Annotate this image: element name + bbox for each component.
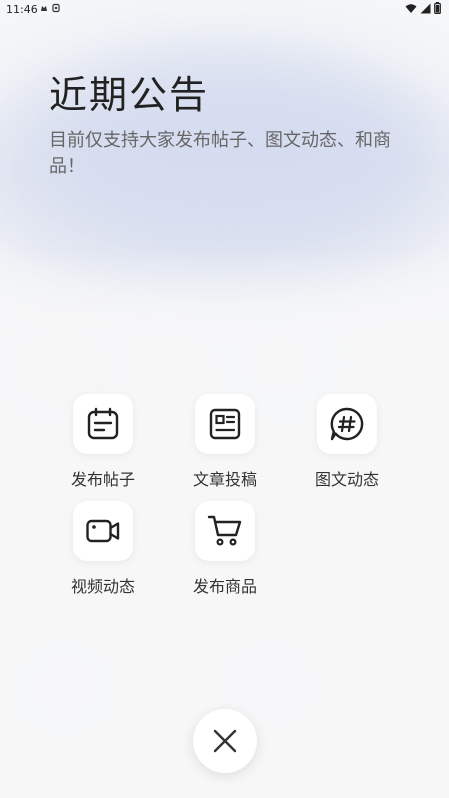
hashtag-chat-icon <box>330 407 364 441</box>
article-icon <box>209 408 241 440</box>
action-video-post[interactable]: 视频动态 <box>48 501 158 597</box>
close-button[interactable] <box>193 709 257 773</box>
photo-post-tile[interactable] <box>317 394 377 454</box>
notification-icon <box>41 3 60 13</box>
action-photo-post[interactable]: 图文动态 <box>292 394 402 490</box>
video-post-label: 视频动态 <box>70 577 135 596</box>
publish-product-label: 发布商品 <box>192 577 257 596</box>
submit-article-label: 文章投稿 <box>192 470 257 489</box>
battery-icon <box>434 2 441 14</box>
status-bar: 11:46 <box>0 0 449 18</box>
announcement-text: 目前仅支持大家发布帖子、图文动态、和商品！ <box>49 130 391 177</box>
wifi-icon <box>405 3 417 13</box>
video-post-tile[interactable] <box>73 501 133 561</box>
action-submit-article[interactable]: 文章投稿 <box>170 394 280 490</box>
submit-article-tile[interactable] <box>195 394 255 454</box>
video-camera-icon <box>86 519 120 543</box>
notification-icons <box>40 3 62 16</box>
photo-post-label: 图文动态 <box>314 470 379 489</box>
close-icon <box>213 729 237 753</box>
status-time: 11:46 <box>6 3 38 16</box>
action-publish-post[interactable]: 发布帖子 <box>48 394 158 490</box>
shopping-cart-icon <box>207 515 242 546</box>
publish-post-label: 发布帖子 <box>70 470 135 489</box>
publish-product-tile[interactable] <box>195 501 255 561</box>
announcement-title: 近期公告 <box>49 73 210 117</box>
status-right-icons <box>405 2 441 14</box>
signal-icon <box>420 3 431 13</box>
calendar-note-icon <box>87 407 119 440</box>
publish-post-tile[interactable] <box>73 394 133 454</box>
action-publish-product[interactable]: 发布商品 <box>170 501 280 597</box>
